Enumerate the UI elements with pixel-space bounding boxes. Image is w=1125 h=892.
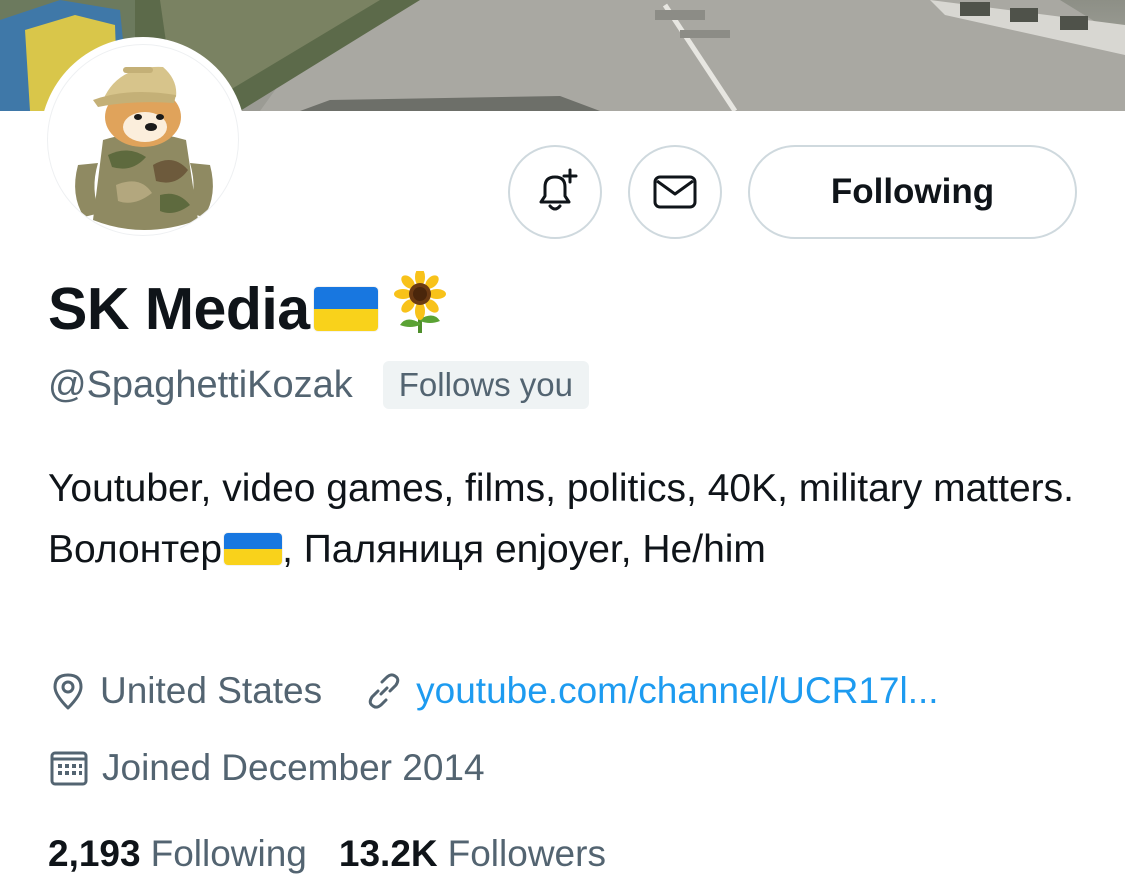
joined-item: Joined December 2014 (48, 747, 485, 789)
followers-count-link[interactable]: 13.2K Followers (339, 833, 606, 875)
sunflower-icon (392, 268, 448, 347)
website-link[interactable]: youtube.com/channel/UCR17l... (416, 670, 938, 712)
location-text: United States (100, 670, 323, 711)
profile-bio: Youtuber, video games, films, politics, … (48, 458, 1088, 580)
link-icon (368, 673, 400, 709)
following-label: Following (150, 833, 307, 874)
bio-text-2: , Паляниця enjoyer, He/him (282, 528, 766, 571)
bell-plus-icon (539, 168, 578, 211)
ukraine-flag-icon (224, 533, 283, 565)
followers-label: Followers (447, 833, 606, 874)
follow-counts: 2,193 Following 13.2K Followers (48, 826, 606, 882)
joined-text: Joined December 2014 (102, 747, 485, 788)
follows-you-badge: Follows you (382, 361, 589, 409)
display-name-row: SK Media (48, 268, 448, 347)
following-count: 2,193 (48, 833, 141, 874)
user-handle: @SpaghettiKozak (48, 363, 353, 406)
handle-row: @SpaghettiKozak Follows you (48, 359, 589, 411)
location-item: United States (48, 670, 322, 712)
following-button[interactable]: Following (748, 145, 1077, 239)
display-name: SK Media (48, 276, 310, 342)
following-count-link[interactable]: 2,193 Following (48, 833, 307, 875)
ukraine-flag-icon (313, 287, 378, 331)
profile-meta-row: United States youtube.com/channel/UCR17l… (48, 663, 939, 719)
avatar-image (75, 66, 213, 230)
notifications-button[interactable] (508, 145, 602, 239)
map-pin-icon (53, 673, 83, 710)
joined-row: Joined December 2014 (48, 740, 485, 796)
calendar-icon (50, 751, 88, 786)
followers-count: 13.2K (338, 833, 438, 874)
envelope-icon (653, 175, 697, 209)
profile-avatar[interactable] (40, 37, 246, 243)
message-button[interactable] (628, 145, 722, 239)
website-item[interactable]: youtube.com/channel/UCR17l... (364, 670, 939, 712)
